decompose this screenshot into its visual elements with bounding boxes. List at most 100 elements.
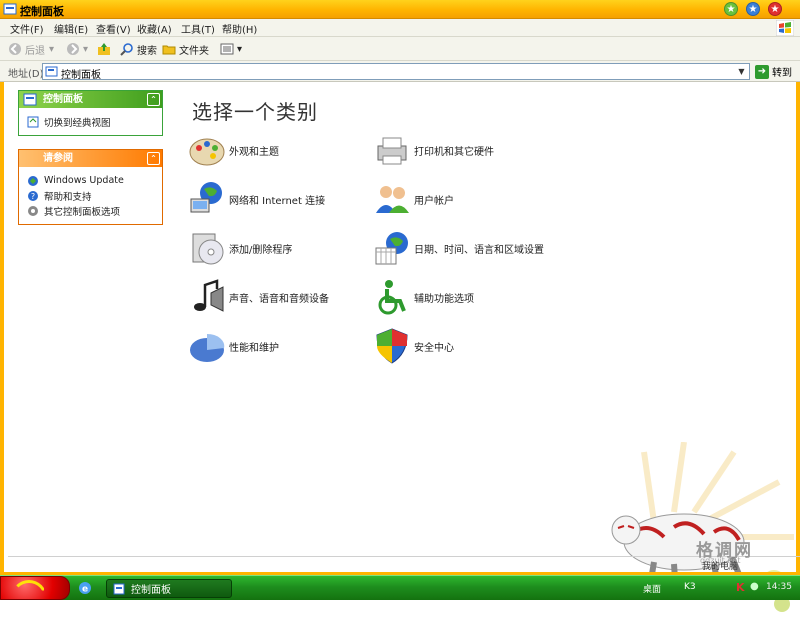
address-dropdown-icon[interactable]: ▼ (735, 65, 748, 78)
folders-button[interactable]: 文件夹 (162, 41, 209, 57)
windows-logo-icon (776, 20, 794, 36)
k3-toolbar-label[interactable]: K3 (684, 582, 696, 592)
windows-update-link[interactable]: Windows Update (27, 173, 156, 188)
performance-icon (190, 333, 225, 362)
back-arrow-icon (9, 43, 21, 55)
datetime-icon (375, 232, 408, 265)
sound-icon (194, 279, 224, 312)
control-panel-window: 控制面板 ★ ★ ★ 文件(F) 编辑(E) 查看(V) 收藏(A) 工具(T)… (0, 0, 800, 612)
other-options-label: 其它控制面板选项 (44, 206, 121, 218)
switch-view-icon (27, 116, 39, 127)
start-button[interactable] (0, 576, 70, 600)
menu-tools[interactable]: 工具(T) (181, 21, 215, 36)
menu-edit[interactable]: 编辑(E) (54, 21, 88, 36)
svg-text:e: e (82, 585, 88, 595)
category-label: 用户帐户 (414, 195, 454, 207)
menu-view[interactable]: 查看(V) (96, 21, 131, 36)
category-label: 声音、语音和音频设备 (229, 293, 329, 305)
page-heading: 选择一个类别 (192, 100, 318, 124)
windows-update-icon (28, 175, 38, 186)
svg-text:?: ? (31, 192, 35, 201)
folder-up-icon (98, 43, 110, 55)
watermark-text: 格调网 gdzuit.net (696, 536, 753, 565)
category-security-center[interactable]: 安全中心 (372, 326, 454, 366)
user-tray-icon[interactable]: ● (750, 581, 759, 592)
help-icon: ? (28, 190, 38, 201)
category-performance[interactable]: 性能和维护 (187, 326, 279, 366)
menu-bar: 文件(F) 编辑(E) 查看(V) 收藏(A) 工具(T) 帮助(H) (0, 19, 800, 37)
category-appearance[interactable]: 外观和主题 (187, 130, 279, 170)
folder-icon (162, 45, 176, 55)
security-center-icon (376, 328, 408, 364)
control-panel-task-icon (113, 583, 125, 594)
status-separator (8, 556, 800, 557)
up-button[interactable] (97, 41, 114, 57)
category-printers[interactable]: 打印机和其它硬件 (372, 130, 494, 170)
menu-file[interactable]: 文件(F) (10, 21, 44, 36)
go-arrow-icon: ➜ (755, 64, 769, 79)
category-accessibility[interactable]: 辅助功能选项 (372, 277, 474, 317)
control-panel-pane-header[interactable]: 控制面板 ⌃ (19, 91, 162, 108)
system-tray: 桌面 K3 K ● 14:35 (640, 576, 800, 600)
add-remove-icon (192, 233, 224, 265)
control-panel-pane-title: 控制面板 (43, 94, 83, 105)
category-users[interactable]: 用户帐户 (372, 179, 454, 219)
users-icon (376, 186, 409, 213)
other-options-link[interactable]: 其它控制面板选项 (27, 203, 156, 218)
taskbar-item-control-panel[interactable]: 控制面板 (106, 579, 232, 598)
collapse-icon[interactable]: ⌃ (147, 152, 160, 165)
clock[interactable]: 14:35 (766, 582, 792, 592)
category-datetime[interactable]: 日期、时间、语言和区域设置 (372, 228, 544, 268)
title-bar[interactable]: 控制面板 ★ ★ ★ (0, 0, 800, 19)
search-icon (120, 43, 133, 56)
switch-classic-view-link[interactable]: 切换到经典视图 (27, 114, 156, 129)
taskbar-item-label: 控制面板 (131, 585, 171, 596)
address-value: 控制面板 (61, 70, 101, 81)
menu-help[interactable]: 帮助(H) (222, 21, 257, 36)
printer-icon (377, 137, 407, 165)
see-also-pane-header[interactable]: 请参阅 ⌃ (19, 150, 162, 167)
control-panel-pane-icon (23, 93, 37, 106)
back-label: 后退 (25, 45, 45, 57)
category-label: 打印机和其它硬件 (414, 146, 494, 158)
forward-button[interactable]: ▾ (66, 41, 88, 57)
rainbow-logo-icon (11, 580, 47, 598)
go-button[interactable]: ➜ 转到 (755, 64, 792, 79)
back-button[interactable]: 后退 ▾ (8, 41, 54, 57)
category-add-remove[interactable]: 添加/删除程序 (187, 228, 292, 268)
views-button[interactable]: ▾ (220, 41, 242, 57)
category-label: 安全中心 (414, 342, 454, 354)
folders-label: 文件夹 (179, 45, 209, 57)
see-also-task-pane: 请参阅 ⌃ Windows Update ? 帮助和支持 其它控制面板选项 (18, 149, 163, 225)
other-options-icon (28, 205, 38, 216)
control-panel-icon (3, 3, 17, 15)
category-label: 日期、时间、语言和区域设置 (414, 244, 544, 256)
see-also-pane-title: 请参阅 (43, 153, 73, 164)
switch-classic-view-label: 切换到经典视图 (44, 117, 111, 129)
minimize-button[interactable]: ★ (724, 2, 738, 16)
control-panel-small-icon (45, 66, 58, 77)
help-support-link[interactable]: ? 帮助和支持 (27, 188, 156, 203)
kaspersky-icon[interactable]: K (736, 581, 745, 594)
category-label: 性能和维护 (229, 342, 279, 354)
menu-favorites[interactable]: 收藏(A) (137, 21, 172, 36)
maximize-button[interactable]: ★ (746, 2, 760, 16)
desktop-toolbar-label[interactable]: 桌面 (643, 582, 661, 595)
collapse-icon[interactable]: ⌃ (147, 93, 160, 106)
internet-explorer-icon[interactable]: e (78, 581, 92, 595)
search-label: 搜索 (137, 45, 157, 57)
window-title: 控制面板 (20, 5, 64, 18)
category-sound[interactable]: 声音、语音和音频设备 (187, 277, 329, 317)
category-network[interactable]: 网络和 Internet 连接 (187, 179, 325, 219)
close-button[interactable]: ★ (768, 2, 782, 16)
appearance-icon (189, 138, 225, 166)
forward-arrow-icon (67, 43, 79, 55)
windows-update-label: Windows Update (44, 175, 124, 186)
address-input[interactable]: 控制面板 ▼ (42, 63, 750, 81)
taskbar: e 控制面板 桌面 K3 K ● 14:35 (0, 575, 800, 600)
search-button[interactable]: 搜索 (120, 41, 157, 57)
accessibility-icon (378, 280, 406, 315)
toolbar: 后退 ▾ ▾ 搜索 文件夹 ▾ (0, 37, 800, 61)
my-computer-label[interactable]: 我的电脑 (702, 559, 738, 572)
help-support-label: 帮助和支持 (44, 191, 92, 203)
